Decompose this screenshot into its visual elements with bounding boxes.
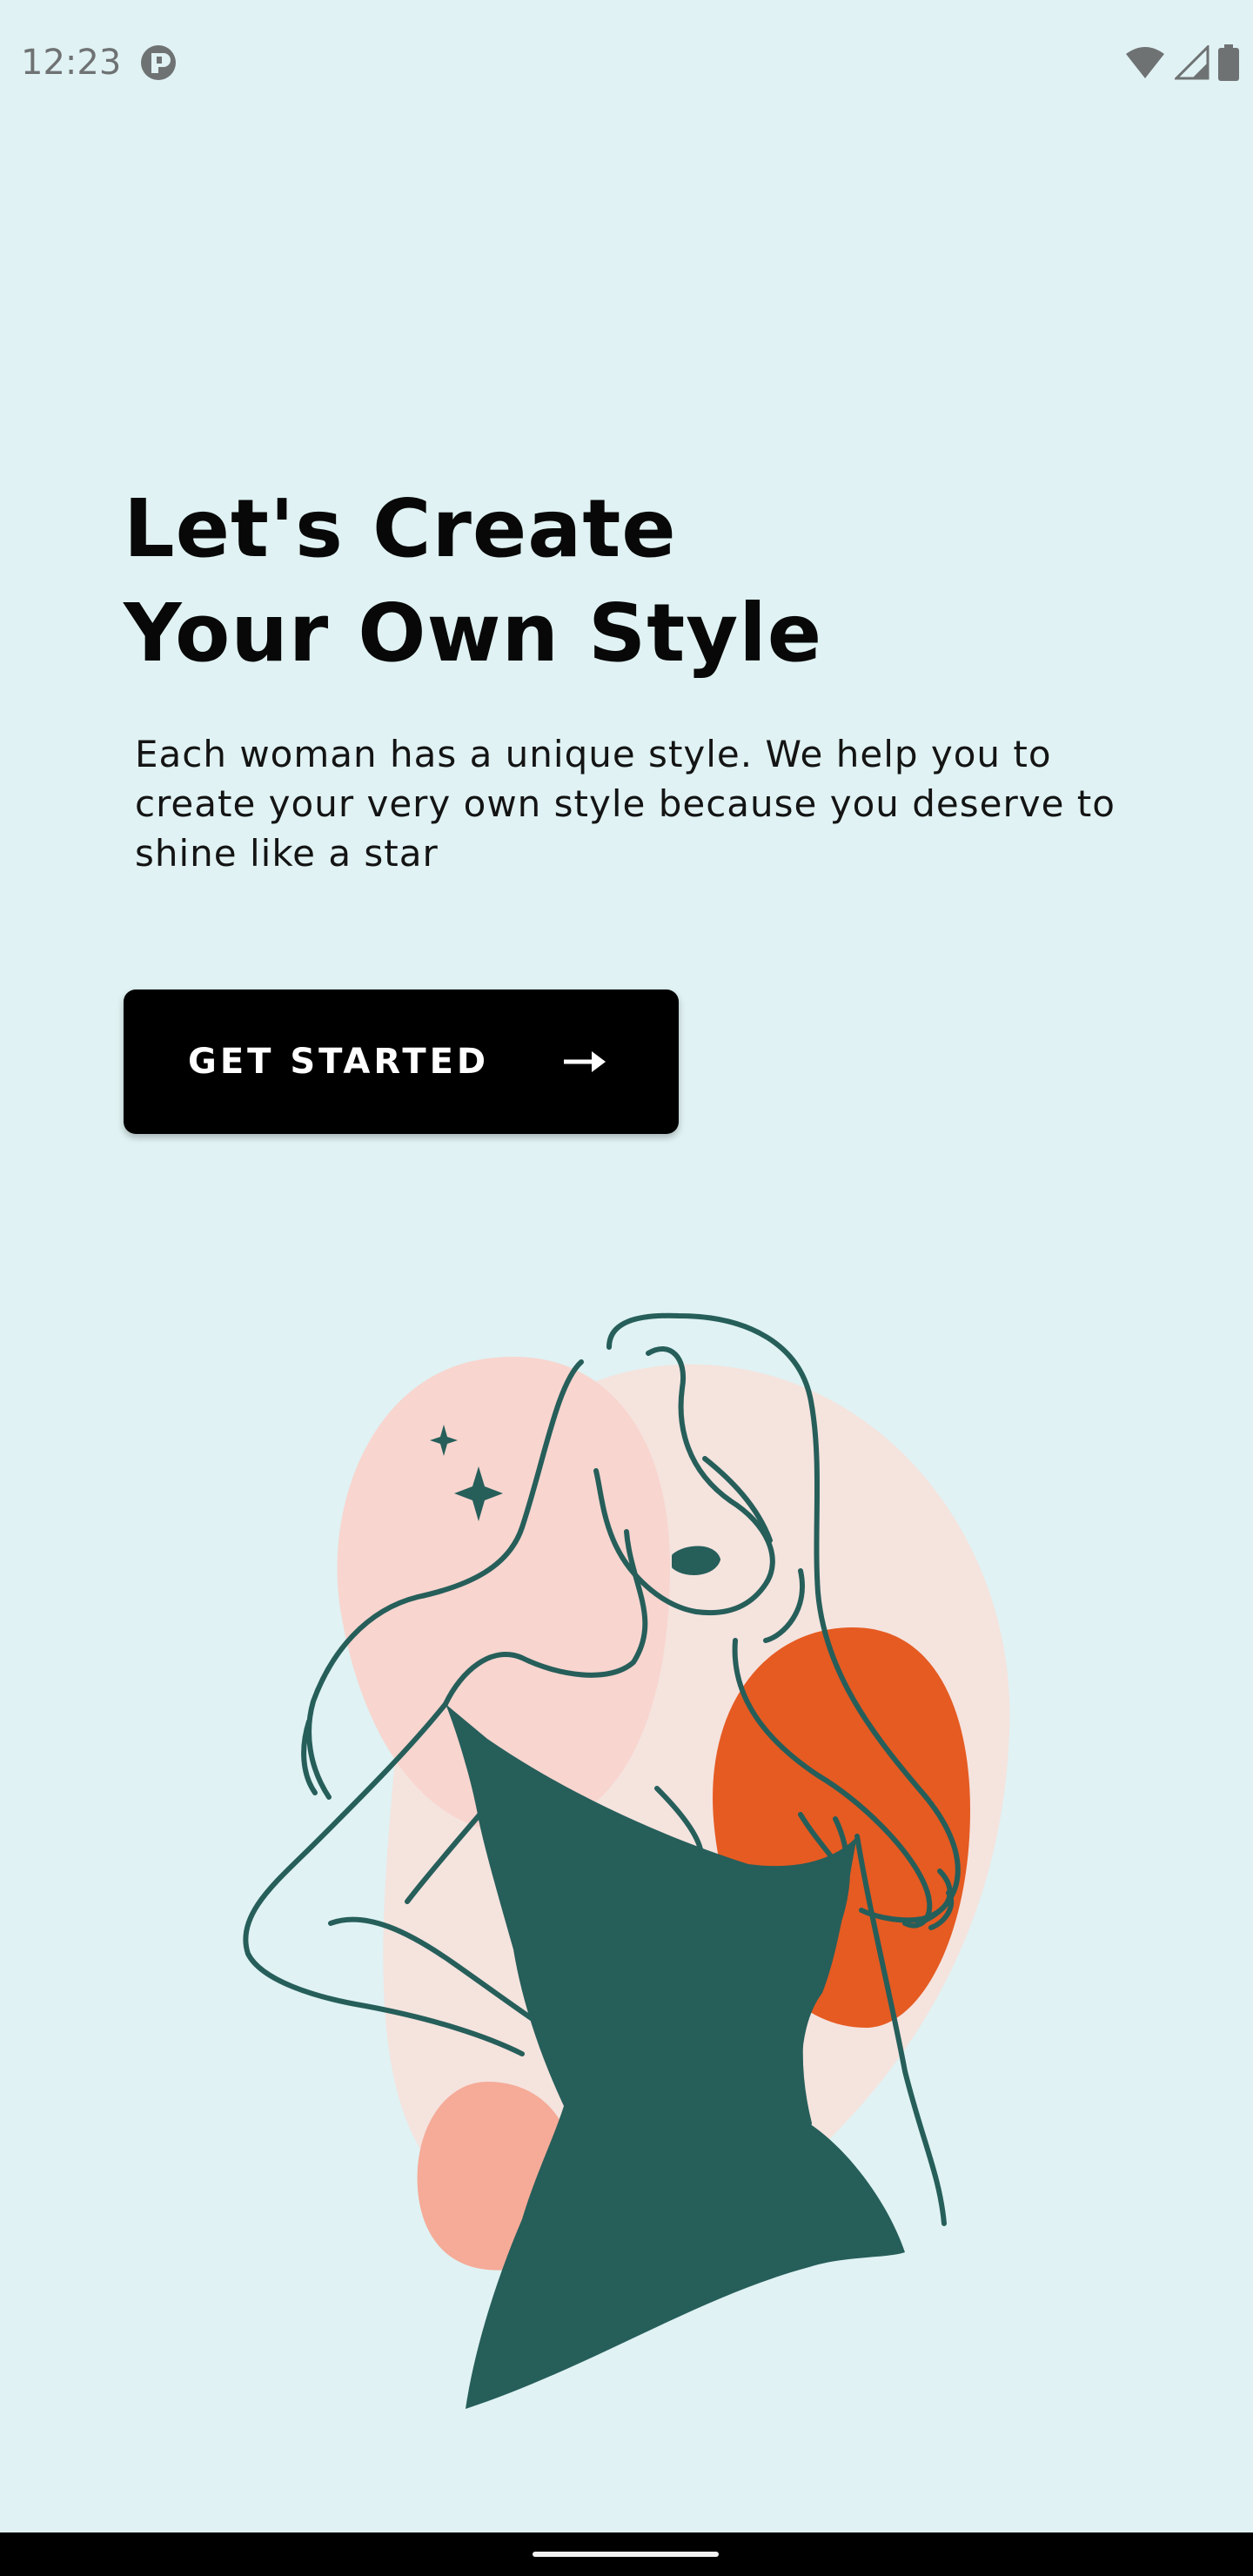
wifi-icon [1126, 47, 1164, 78]
status-icons [1124, 44, 1239, 82]
page-title: Let's Create Your Own Style [124, 477, 1081, 686]
battery-icon [1218, 44, 1239, 81]
get-started-button[interactable]: GET STARTED [124, 989, 679, 1134]
status-time: 12:23 [21, 43, 122, 83]
notification-app-icon [141, 45, 176, 80]
arrow-right-icon [564, 1051, 606, 1072]
status-bar: 12:23 [0, 0, 1253, 129]
cellular-signal-icon [1175, 45, 1209, 80]
get-started-label: GET STARTED [188, 1042, 490, 1082]
woman-fashion-illustration [243, 1312, 1010, 2409]
title-line-2: Your Own Style [124, 587, 823, 680]
description-text: Each woman has a unique style. We help y… [135, 733, 1116, 875]
home-indicator[interactable] [533, 2552, 719, 2557]
title-line-1: Let's Create [124, 482, 677, 575]
